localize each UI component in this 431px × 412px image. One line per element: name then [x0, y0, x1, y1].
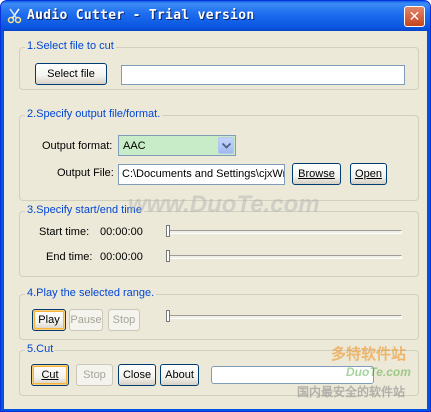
- start-time-label: Start time:: [39, 226, 90, 238]
- window-title: Audio Cutter - Trial version: [27, 8, 255, 23]
- end-time-thumb[interactable]: [166, 250, 170, 262]
- close-button[interactable]: Close: [118, 364, 156, 386]
- playback-thumb[interactable]: [166, 310, 170, 322]
- open-button[interactable]: Open: [350, 163, 387, 185]
- browse-button[interactable]: Browse: [292, 163, 341, 185]
- end-time-label: End time:: [46, 251, 93, 263]
- chevron-down-icon[interactable]: [218, 137, 234, 154]
- title-bar[interactable]: Audio Cutter - Trial version ✕: [1, 1, 430, 31]
- start-time-thumb[interactable]: [166, 225, 170, 237]
- select-file-button[interactable]: Select file: [35, 63, 107, 85]
- output-group-label: 2.Specify output file/format.: [25, 108, 163, 120]
- cut-group-label: 5.Cut: [25, 343, 56, 355]
- about-button[interactable]: About: [160, 364, 199, 386]
- cut-progress-bar: [211, 366, 374, 384]
- cut-button-label: Cut: [41, 369, 59, 381]
- start-time-slider[interactable]: [166, 224, 402, 238]
- playback-group-label: 4.Play the selected range.: [25, 287, 157, 299]
- client-area: 1.Select file to cut Select file 2.Speci…: [4, 31, 427, 409]
- start-time-track: [166, 230, 402, 234]
- output-format-label: Output format:: [42, 140, 113, 152]
- start-time-value: 00:00:00: [100, 226, 143, 238]
- browse-button-label: Browse: [298, 168, 335, 180]
- pause-button[interactable]: Pause: [69, 309, 103, 331]
- select-file-group-label: 1.Select file to cut: [25, 40, 116, 52]
- close-icon: ✕: [408, 8, 421, 24]
- window-close-button[interactable]: ✕: [404, 6, 425, 27]
- playback-group: 4.Play the selected range. Play Pause St…: [19, 287, 419, 340]
- end-time-track: [166, 255, 402, 259]
- output-format-select[interactable]: AAC: [118, 135, 236, 156]
- stop-cut-button[interactable]: Stop: [76, 364, 113, 386]
- end-time-value: 00:00:00: [100, 251, 143, 263]
- scissors-icon: [7, 8, 22, 24]
- stop-playback-button[interactable]: Stop: [108, 309, 140, 331]
- app-window: Audio Cutter - Trial version ✕ 1.Select …: [0, 0, 431, 412]
- play-button[interactable]: Play: [32, 309, 66, 331]
- time-range-group: 3.Specify start/end time Start time: 00:…: [19, 204, 419, 277]
- time-range-group-label: 3.Specify start/end time: [25, 204, 144, 216]
- output-file-field[interactable]: C:\Documents and Settings\cjxWr: [118, 164, 285, 185]
- select-file-group: 1.Select file to cut Select file: [19, 40, 419, 90]
- cut-button[interactable]: Cut: [31, 364, 69, 386]
- output-group: 2.Specify output file/format. Output for…: [19, 108, 419, 201]
- output-file-label: Output File:: [57, 167, 114, 179]
- source-file-path[interactable]: [121, 65, 405, 85]
- end-time-slider[interactable]: [166, 249, 402, 263]
- playback-track: [166, 315, 402, 319]
- cut-group: 5.Cut Cut Stop Close About: [19, 343, 419, 396]
- open-button-label: Open: [355, 168, 382, 180]
- playback-position-slider[interactable]: [166, 309, 402, 323]
- output-format-value: AAC: [123, 140, 146, 152]
